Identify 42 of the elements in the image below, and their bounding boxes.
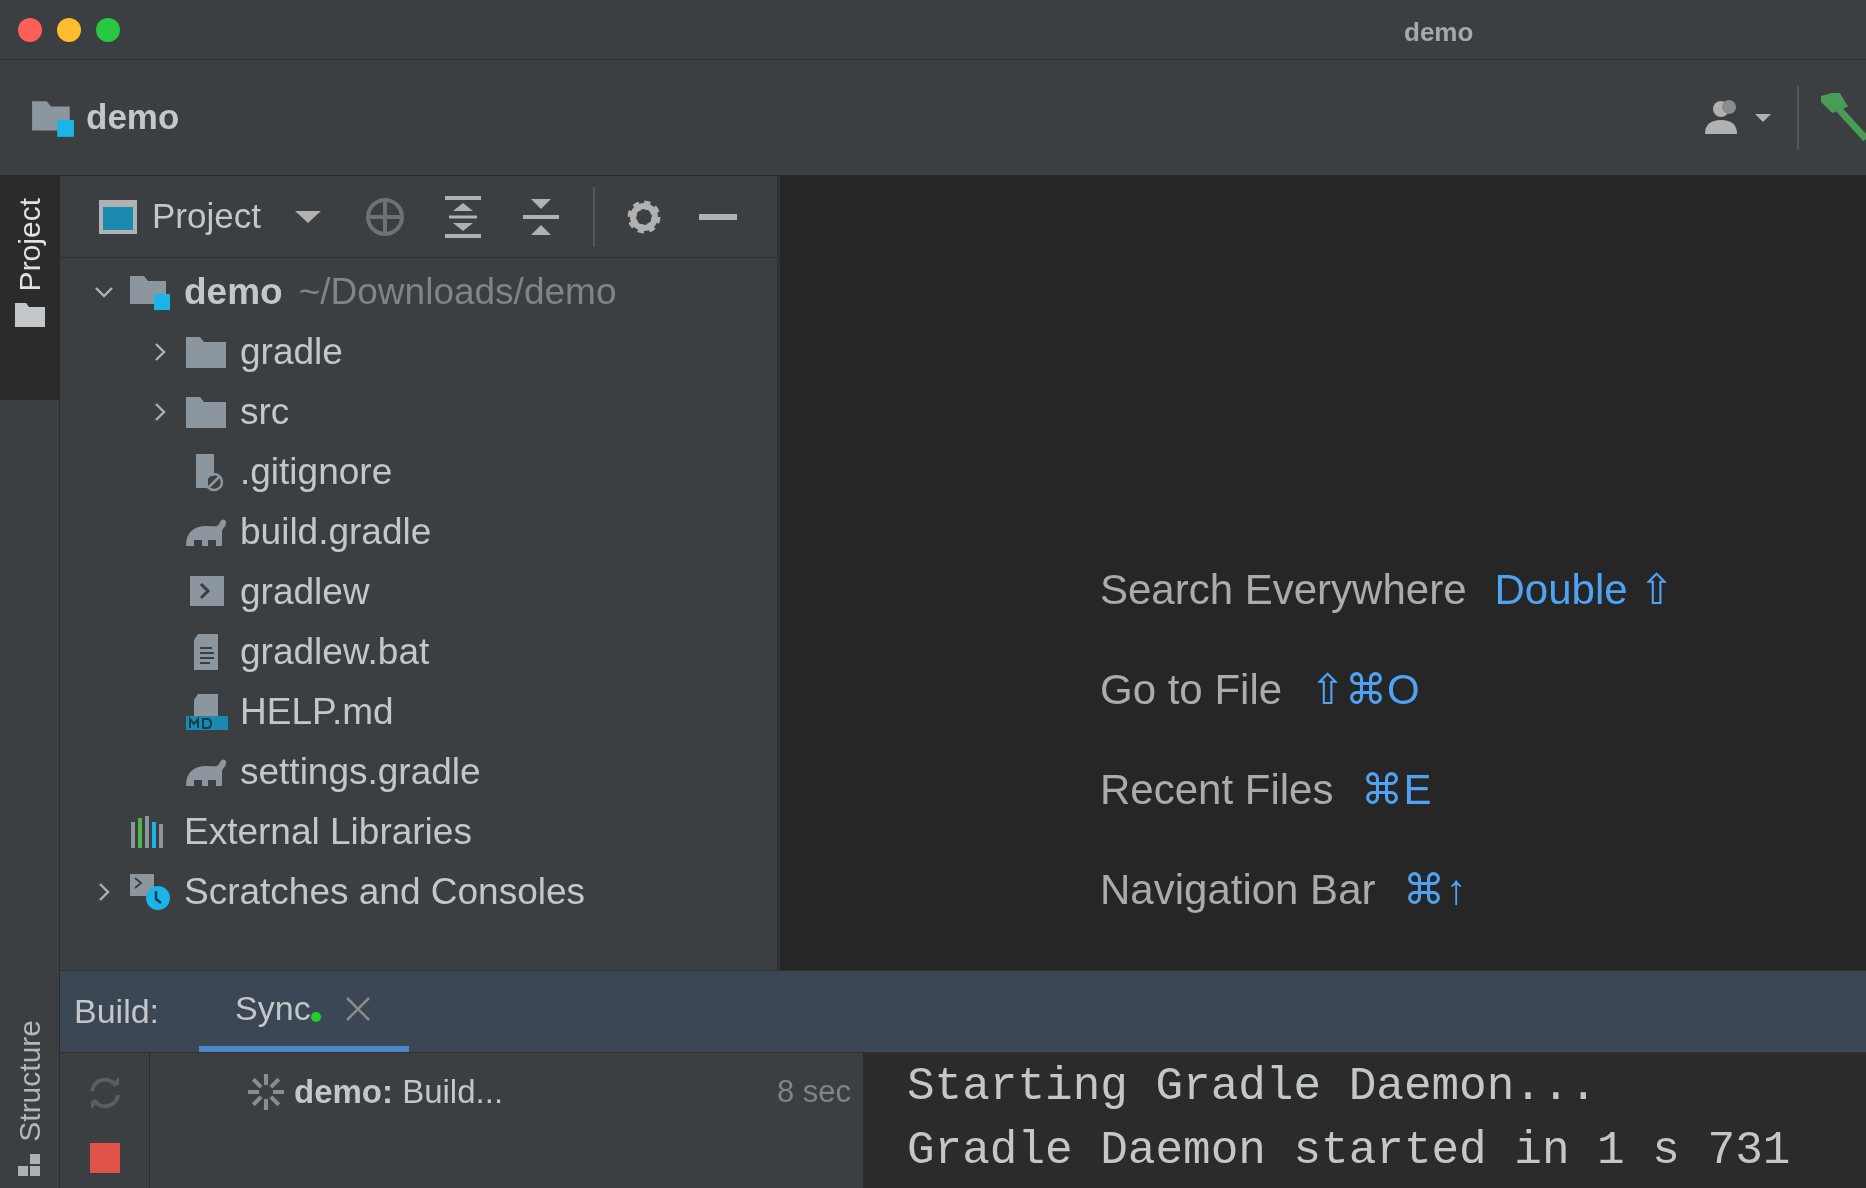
tree-item-label[interactable]: src: [240, 384, 290, 440]
markdown-file-icon: [184, 692, 228, 732]
tree-item-label[interactable]: settings.gradle: [240, 744, 481, 800]
navbar-project-name[interactable]: demo: [86, 91, 180, 144]
build-task-label[interactable]: demo: Build...: [294, 1067, 504, 1117]
tree-item-label[interactable]: Scratches and Consoles: [184, 864, 586, 920]
tree-item-label[interactable]: demo: [184, 264, 283, 320]
scratch-clock-icon: [128, 872, 172, 912]
shortcut-text: ⌘E: [1361, 764, 1432, 815]
tree-item-label[interactable]: gradlew.bat: [240, 624, 430, 680]
tool-window-tab[interactable]: Project: [0, 176, 59, 400]
tree-item-path: ~/Downloads/demo: [298, 270, 617, 315]
console-line: Gradle Daemon started in 1 s 731: [907, 1124, 1792, 1179]
build-task-time: 8 sec: [776, 1072, 851, 1111]
console-line: Starting Gradle Daemon...: [907, 1060, 1599, 1115]
project-view-dropdown[interactable]: Project: [152, 190, 323, 243]
window-title: demo: [1404, 16, 1474, 49]
tree-item-label[interactable]: External Libraries: [184, 804, 472, 860]
hammer-icon[interactable]: [1821, 92, 1866, 143]
tree-item-label[interactable]: gradlew: [240, 564, 370, 620]
tree-item-label[interactable]: HELP.md: [240, 684, 394, 740]
hint-label: Go to File: [1100, 664, 1283, 715]
project-view-icon: [98, 198, 138, 235]
shortcut-text: ⇧⌘O: [1310, 664, 1420, 715]
hint-label: Navigation Bar: [1100, 864, 1376, 915]
spinner-icon: [246, 1072, 286, 1112]
hint-label: Recent Files: [1100, 764, 1334, 815]
zoom-window-button[interactable]: [96, 17, 120, 42]
close-icon[interactable]: [344, 995, 371, 1022]
folder-icon: [13, 301, 46, 330]
minimize-window-button[interactable]: [57, 17, 81, 42]
tree-item-label[interactable]: build.gradle: [240, 504, 432, 560]
shortcut-text: Double ⇧: [1494, 564, 1675, 615]
tree-item-label[interactable]: .gitignore: [240, 444, 393, 500]
stop-button[interactable]: [89, 1143, 120, 1173]
close-window-button[interactable]: [18, 17, 42, 42]
hint-label: Search Everywhere: [1100, 564, 1467, 615]
tree-item-label[interactable]: gradle: [240, 324, 343, 380]
shortcut-text: ⌘↑: [1403, 864, 1467, 915]
minimize-icon[interactable]: [698, 213, 737, 220]
tool-window-tab[interactable]: Structure: [0, 976, 59, 1188]
build-panel-title: Build:: [74, 991, 160, 1032]
